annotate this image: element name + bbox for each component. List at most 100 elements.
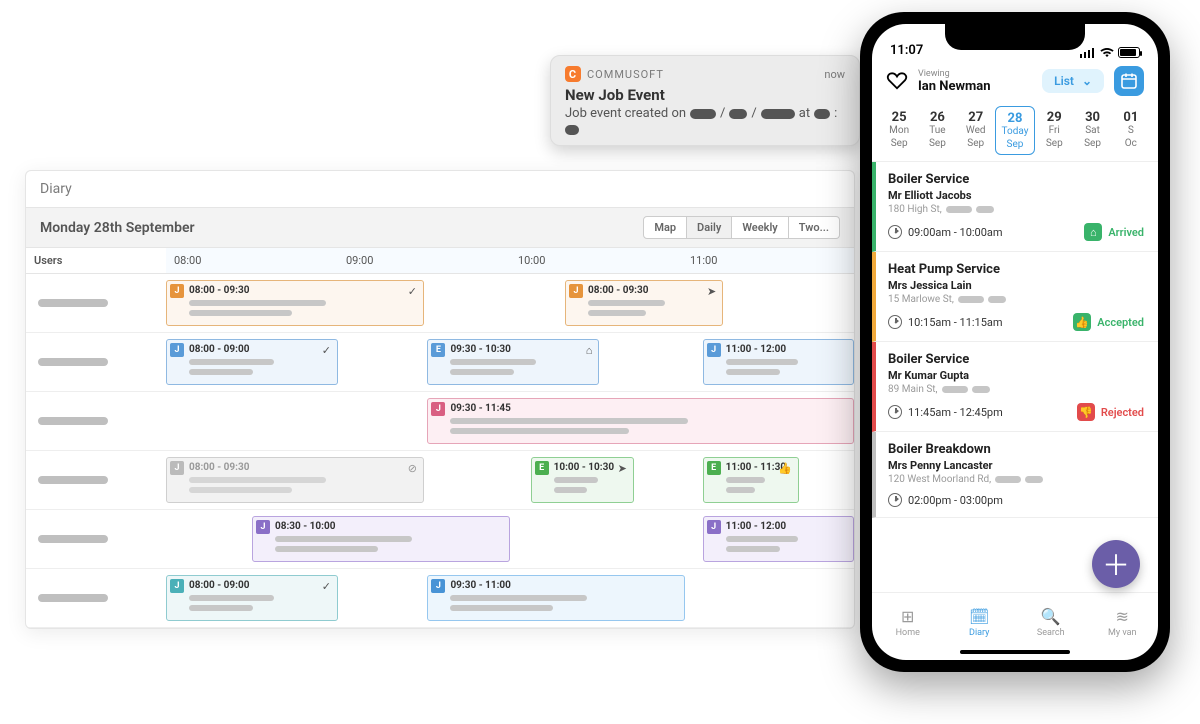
- view-tab-weekly[interactable]: Weekly: [732, 216, 788, 239]
- job-status-label: Accepted: [1097, 316, 1144, 329]
- diary-event[interactable]: E11:00 - 11:30👍: [703, 457, 799, 503]
- diary-event[interactable]: J11:00 - 12:00: [703, 516, 854, 562]
- nav-icon: ⊞: [872, 607, 944, 626]
- job-address: 120 West Moorland Rd,: [888, 474, 1144, 485]
- diary-event[interactable]: E10:00 - 10:30➤: [531, 457, 634, 503]
- event-time: 09:30 - 11:00: [450, 580, 510, 591]
- job-card[interactable]: Boiler ServiceMr Elliott Jacobs180 High …: [872, 162, 1158, 252]
- diary-event[interactable]: E09:30 - 10:30⌂: [427, 339, 599, 385]
- date-cell[interactable]: 25MonSep: [880, 106, 918, 155]
- diary-lane: J08:30 - 10:00 J11:00 - 12:00: [166, 510, 854, 568]
- view-tab-map[interactable]: Map: [643, 216, 687, 239]
- diary-lane: J08:00 - 09:30⊘ E10:00 - 10:30➤ E11:00 - 1…: [166, 451, 854, 509]
- notification-body: Job event created on // at :: [565, 106, 845, 135]
- favorite-icon[interactable]: [886, 72, 908, 90]
- date-cell[interactable]: 01SOc: [1112, 106, 1150, 155]
- redacted-text: [976, 206, 994, 213]
- redacted-text: [450, 595, 587, 601]
- redacted-text: [726, 536, 799, 542]
- bottom-nav: ⊞Home🗓 Diary 🔍Search≋My van: [872, 592, 1158, 652]
- date-day: Sat: [1073, 125, 1111, 136]
- user-cell: [26, 392, 166, 450]
- event-time: 11:00 - 11:30: [726, 462, 786, 473]
- date-day: S: [1112, 125, 1150, 136]
- event-time: 09:30 - 11:45: [450, 403, 510, 414]
- diary-event[interactable]: J11:00 - 12:00: [703, 339, 854, 385]
- job-card[interactable]: Boiler ServiceMr Kumar Gupta89 Main St, …: [872, 342, 1158, 432]
- job-time: 10:15am - 11:15am: [888, 315, 1003, 329]
- view-tab-daily[interactable]: Daily: [687, 216, 732, 239]
- home-indicator: [960, 650, 1070, 654]
- view-tab-two[interactable]: Two...: [789, 216, 840, 239]
- diary-event[interactable]: J09:30 - 11:00: [427, 575, 685, 621]
- phone-notch: [945, 24, 1085, 50]
- nav-search[interactable]: 🔍Search: [1015, 607, 1087, 638]
- nav-my-van[interactable]: ≋My van: [1087, 607, 1159, 638]
- redacted-user-name: [38, 417, 108, 425]
- diary-event[interactable]: J08:00 - 09:30✓: [166, 280, 424, 326]
- date-cell[interactable]: 30SatSep: [1073, 106, 1111, 155]
- redacted-text: [189, 477, 326, 483]
- nav-diary[interactable]: 🗓 Diary: [944, 607, 1016, 638]
- diary-event[interactable]: J 09:30 - 11:45: [427, 398, 854, 444]
- date-cell[interactable]: 29FriSep: [1035, 106, 1073, 155]
- date-strip[interactable]: 25MonSep26TueSep27WedSep28TodaySep29FriS…: [872, 106, 1158, 155]
- redacted-text: [729, 109, 747, 119]
- job-card[interactable]: Heat Pump ServiceMrs Jessica Lain15 Marl…: [872, 252, 1158, 342]
- diary-event[interactable]: J08:00 - 09:00✓: [166, 575, 338, 621]
- job-address: 15 Marlowe St,: [888, 294, 1144, 305]
- date-cell[interactable]: 28TodaySep: [995, 106, 1035, 155]
- date-number: 30: [1073, 110, 1111, 125]
- event-type-badge: J: [170, 579, 184, 593]
- diary-event[interactable]: J08:00 - 09:30⊘: [166, 457, 424, 503]
- diary-event[interactable]: J08:00 - 09:00✓: [166, 339, 338, 385]
- job-customer: Mr Elliott Jacobs: [888, 189, 1144, 202]
- date-day: Fri: [1035, 125, 1073, 136]
- check-icon: ✓: [322, 344, 331, 357]
- calendar-button[interactable]: [1114, 66, 1144, 96]
- diary-lane: J08:00 - 09:00✓J09:30 - 11:00: [166, 569, 854, 627]
- redacted-text: [554, 477, 598, 483]
- event-type-badge: J: [707, 520, 721, 534]
- redacted-text: [189, 605, 253, 611]
- nav-home[interactable]: ⊞Home: [872, 607, 944, 638]
- diary-event[interactable]: J08:30 - 10:00: [252, 516, 510, 562]
- diary-rows: J08:00 - 09:30✓J08:00 - 09:30➤J08:00 - 0…: [26, 274, 854, 628]
- app-header: Viewing Ian Newman List ⌄: [872, 60, 1158, 106]
- date-cell[interactable]: 27WedSep: [957, 106, 995, 155]
- date-month: Sep: [1035, 138, 1073, 149]
- nav-icon: ≋: [1087, 607, 1159, 626]
- redacted-text: [995, 476, 1021, 483]
- job-address: 89 Main St,: [888, 384, 1144, 395]
- time-col: 10:00: [510, 248, 682, 273]
- event-time: 08:00 - 09:30: [588, 285, 648, 296]
- date-number: 25: [880, 110, 918, 125]
- nav-label: Diary: [969, 628, 989, 638]
- diary-event[interactable]: J08:00 - 09:30➤: [565, 280, 723, 326]
- date-cell[interactable]: 26TueSep: [918, 106, 956, 155]
- job-customer: Mrs Jessica Lain: [888, 279, 1144, 292]
- job-list[interactable]: Boiler ServiceMr Elliott Jacobs180 High …: [872, 161, 1158, 592]
- date-number: 01: [1112, 110, 1150, 125]
- job-card[interactable]: Boiler BreakdownMrs Penny Lancaster120 W…: [872, 432, 1158, 518]
- diary-lane: J08:00 - 09:30✓ J08:00 - 09:30➤: [166, 274, 854, 332]
- notification-body-text: Job event created on: [565, 106, 686, 121]
- list-view-dropdown[interactable]: List ⌄: [1042, 69, 1104, 93]
- date-number: 26: [918, 110, 956, 125]
- calendar-icon: [1121, 73, 1137, 89]
- add-button[interactable]: ＋: [1092, 540, 1140, 588]
- phone-mockup: 11:07 Viewing Ian Newman List ⌄ 25MonSep…: [860, 12, 1170, 672]
- clock-icon: [888, 405, 902, 419]
- nav-icon: 🔍: [1015, 607, 1087, 626]
- date-day: Mon: [880, 125, 918, 136]
- date-day: Wed: [957, 125, 995, 136]
- viewing-user[interactable]: Viewing Ian Newman: [918, 69, 1032, 94]
- nav-icon: 🗓: [944, 607, 1016, 626]
- redacted-user-name: [38, 535, 108, 543]
- push-notification[interactable]: C COMMUSOFT now New Job Event Job event …: [550, 55, 860, 146]
- redacted-text: [588, 310, 646, 316]
- diary-row: J08:00 - 09:00✓ E09:30 - 10:30⌂ J11:00 - 1…: [26, 333, 854, 392]
- diary-subheader: Monday 28th September MapDailyWeeklyTwo.…: [26, 207, 854, 248]
- redacted-user-name: [38, 594, 108, 602]
- event-type-badge: J: [431, 402, 445, 416]
